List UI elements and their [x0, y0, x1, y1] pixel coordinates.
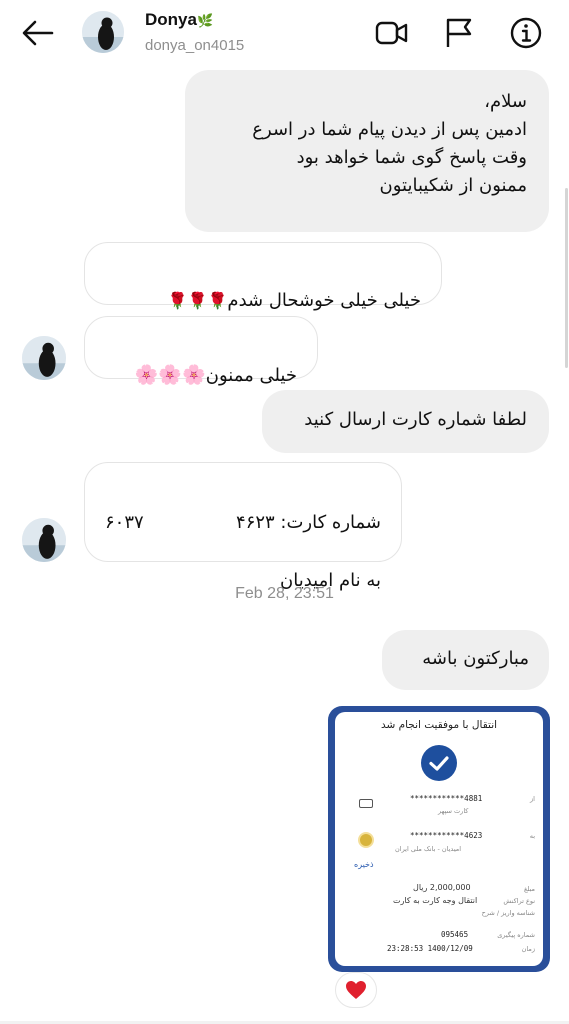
profile-avatar[interactable]: [82, 11, 124, 53]
rose-emoji: 🌹🌹🌹: [167, 291, 228, 310]
chat-header: Donya🌿 donya_on4015: [0, 0, 569, 66]
video-call-icon[interactable]: [373, 14, 411, 52]
save-button[interactable]: ذخیره: [354, 860, 374, 869]
receipt-content: انتقال با موفقیت انجام شد از ***********…: [335, 712, 543, 966]
tracking-number: 095465: [441, 930, 469, 939]
to-label: به: [529, 832, 535, 840]
success-check-icon: [421, 745, 457, 781]
contact-username[interactable]: donya_on4015: [145, 37, 244, 54]
back-arrow-icon[interactable]: [20, 17, 56, 49]
message-bubble-incoming[interactable]: شماره کارت: ۴۶۲۳ ۶۰۳۷ به نام امیدیان: [84, 462, 402, 591]
scrollbar[interactable]: [565, 188, 568, 368]
sender-avatar[interactable]: [22, 518, 66, 562]
message-bubble-incoming[interactable]: خیلی ممنون🌸🌸🌸: [84, 316, 318, 386]
transaction-time: 23:28:53 1400/12/09: [387, 944, 473, 953]
receipt-title: انتقال با موفقیت انجام شد: [380, 719, 498, 731]
message-text: خیلی ممنون: [205, 365, 297, 386]
flower-emoji: 🌸🌸🌸: [134, 364, 206, 386]
description-label: شناسه واریز / شرح: [481, 909, 535, 917]
type-label: نوع تراکنش: [503, 897, 535, 905]
type-value: انتقال وجه کارت به کارت: [393, 896, 478, 905]
amount-label: مبلغ: [523, 885, 535, 893]
message-bubble-outgoing[interactable]: سلام، ادمین پس از دیدن پیام شما در اسرع …: [185, 70, 549, 232]
contact-name[interactable]: Donya🌿: [145, 10, 213, 30]
heart-icon: [346, 981, 366, 999]
card-number-line: شماره کارت: ۴۶۲۳ ۶۰۳۷: [105, 509, 381, 539]
receipt-image[interactable]: انتقال با موفقیت انجام شد از ***********…: [328, 706, 550, 972]
leaf-emoji: 🌿: [196, 13, 214, 28]
message-timestamp: Feb 28, 23:51: [235, 585, 334, 602]
from-label: از: [530, 795, 535, 803]
bank-logo-icon: [358, 832, 374, 848]
card-number-start: ۶۰۳۷: [105, 512, 144, 533]
card-icon: [359, 799, 373, 808]
from-card-number: ************4881: [410, 794, 483, 803]
flag-icon[interactable]: [440, 14, 478, 52]
card-number-text: شماره کارت: ۴۶۲۳: [236, 512, 381, 533]
from-bank: کارت سپهر: [438, 807, 469, 815]
message-bubble-outgoing[interactable]: مبارکتون باشه: [382, 630, 549, 690]
to-name: امیدیان - بانک ملی ایران: [395, 845, 462, 853]
sender-avatar[interactable]: [22, 336, 66, 380]
message-text: خیلی خیلی خوشحال شدم: [227, 290, 421, 311]
message-bubble-outgoing[interactable]: لطفا شماره کارت ارسال کنید: [262, 390, 549, 453]
info-icon[interactable]: [507, 14, 545, 52]
to-card-number: ************4623: [410, 831, 483, 840]
message-bubble-incoming[interactable]: خیلی خیلی خوشحال شدم🌹🌹🌹: [84, 242, 442, 311]
heart-reaction[interactable]: [335, 972, 377, 1008]
amount-value: 2,000,000 ریال: [413, 883, 471, 892]
tracking-label: شماره پیگیری: [497, 931, 535, 939]
time-label: زمان: [521, 945, 535, 953]
